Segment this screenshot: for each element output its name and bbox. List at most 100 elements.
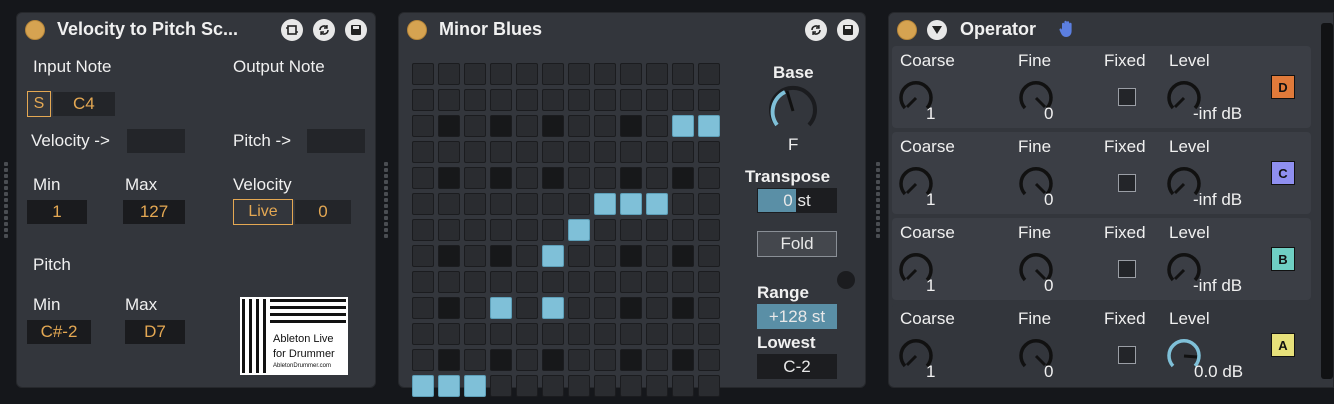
grid-cell[interactable] bbox=[438, 89, 460, 111]
grid-cell[interactable] bbox=[438, 141, 460, 163]
grid-cell[interactable] bbox=[412, 297, 434, 319]
grid-cell[interactable] bbox=[438, 63, 460, 85]
velocity-arrow-field[interactable] bbox=[127, 129, 185, 153]
grid-cell[interactable] bbox=[516, 219, 538, 241]
oscillator-letter[interactable]: C bbox=[1271, 161, 1295, 185]
grid-cell[interactable] bbox=[646, 245, 668, 267]
grid-cell[interactable] bbox=[672, 89, 694, 111]
grid-cell[interactable] bbox=[516, 297, 538, 319]
grid-cell[interactable] bbox=[672, 193, 694, 215]
grid-cell[interactable] bbox=[542, 167, 564, 189]
fixed-checkbox[interactable] bbox=[1118, 174, 1136, 192]
grid-cell[interactable] bbox=[412, 375, 434, 397]
grid-cell[interactable] bbox=[464, 193, 486, 215]
grid-cell[interactable] bbox=[542, 375, 564, 397]
grid-cell[interactable] bbox=[542, 193, 564, 215]
power-button[interactable] bbox=[407, 20, 427, 40]
grid-cell[interactable] bbox=[646, 63, 668, 85]
grid-cell[interactable] bbox=[464, 219, 486, 241]
grid-cell[interactable] bbox=[516, 271, 538, 293]
grid-cell[interactable] bbox=[672, 323, 694, 345]
grid-cell[interactable] bbox=[490, 349, 512, 371]
grid-cell[interactable] bbox=[438, 167, 460, 189]
grid-cell[interactable] bbox=[412, 167, 434, 189]
grid-cell[interactable] bbox=[542, 115, 564, 137]
grid-cell[interactable] bbox=[646, 115, 668, 137]
grid-cell[interactable] bbox=[620, 63, 642, 85]
oscillator-letter[interactable]: D bbox=[1271, 75, 1295, 99]
grid-cell[interactable] bbox=[464, 349, 486, 371]
grid-cell[interactable] bbox=[464, 375, 486, 397]
grid-cell[interactable] bbox=[490, 271, 512, 293]
grid-cell[interactable] bbox=[464, 63, 486, 85]
grid-cell[interactable] bbox=[672, 245, 694, 267]
grid-cell[interactable] bbox=[672, 115, 694, 137]
grid-cell[interactable] bbox=[464, 271, 486, 293]
grid-cell[interactable] bbox=[516, 115, 538, 137]
grid-cell[interactable] bbox=[516, 193, 538, 215]
grid-cell[interactable] bbox=[516, 141, 538, 163]
grid-cell[interactable] bbox=[646, 219, 668, 241]
grid-cell[interactable] bbox=[464, 297, 486, 319]
grid-cell[interactable] bbox=[490, 193, 512, 215]
grid-cell[interactable] bbox=[646, 375, 668, 397]
grid-cell[interactable] bbox=[438, 115, 460, 137]
grid-cell[interactable] bbox=[438, 245, 460, 267]
range-field[interactable]: +128 st bbox=[757, 304, 837, 329]
grid-cell[interactable] bbox=[620, 167, 642, 189]
grid-cell[interactable] bbox=[620, 245, 642, 267]
grid-cell[interactable] bbox=[594, 323, 616, 345]
grid-cell[interactable] bbox=[698, 219, 720, 241]
grid-cell[interactable] bbox=[464, 141, 486, 163]
grid-cell[interactable] bbox=[620, 115, 642, 137]
input-note-value[interactable]: C4 bbox=[53, 92, 115, 116]
lowest-field[interactable]: C-2 bbox=[757, 354, 837, 379]
grid-cell[interactable] bbox=[568, 167, 590, 189]
save-icon[interactable] bbox=[837, 19, 859, 41]
grid-cell[interactable] bbox=[568, 219, 590, 241]
grid-cell[interactable] bbox=[698, 323, 720, 345]
grid-cell[interactable] bbox=[594, 245, 616, 267]
grid-cell[interactable] bbox=[620, 89, 642, 111]
grid-cell[interactable] bbox=[646, 141, 668, 163]
grid-cell[interactable] bbox=[568, 115, 590, 137]
fixed-checkbox[interactable] bbox=[1118, 88, 1136, 106]
device-grip-2[interactable] bbox=[876, 162, 880, 240]
grid-cell[interactable] bbox=[490, 375, 512, 397]
oscillator-letter[interactable]: A bbox=[1271, 333, 1295, 357]
grid-cell[interactable] bbox=[542, 271, 564, 293]
grid-cell[interactable] bbox=[516, 63, 538, 85]
grid-cell[interactable] bbox=[620, 193, 642, 215]
grid-cell[interactable] bbox=[698, 167, 720, 189]
grid-cell[interactable] bbox=[568, 193, 590, 215]
oscillator-letter[interactable]: B bbox=[1271, 247, 1295, 271]
grid-cell[interactable] bbox=[672, 141, 694, 163]
live-button[interactable]: Live bbox=[233, 199, 293, 225]
grid-cell[interactable] bbox=[646, 89, 668, 111]
grid-cell[interactable] bbox=[412, 349, 434, 371]
grid-cell[interactable] bbox=[542, 323, 564, 345]
grid-cell[interactable] bbox=[438, 323, 460, 345]
grid-cell[interactable] bbox=[438, 193, 460, 215]
grid-cell[interactable] bbox=[490, 141, 512, 163]
device-grip-left[interactable] bbox=[4, 162, 8, 240]
grid-cell[interactable] bbox=[542, 245, 564, 267]
grid-cell[interactable] bbox=[464, 323, 486, 345]
grid-cell[interactable] bbox=[438, 271, 460, 293]
velocity-value[interactable]: 0 bbox=[295, 200, 351, 224]
grid-cell[interactable] bbox=[620, 141, 642, 163]
grid-cell[interactable] bbox=[646, 271, 668, 293]
grid-cell[interactable] bbox=[438, 349, 460, 371]
grid-cell[interactable] bbox=[672, 375, 694, 397]
grid-cell[interactable] bbox=[412, 271, 434, 293]
grid-cell[interactable] bbox=[412, 63, 434, 85]
grid-cell[interactable] bbox=[542, 219, 564, 241]
grid-cell[interactable] bbox=[490, 89, 512, 111]
grid-cell[interactable] bbox=[594, 141, 616, 163]
save-icon[interactable] bbox=[345, 19, 367, 41]
pitch-arrow-field[interactable] bbox=[307, 129, 365, 153]
grid-cell[interactable] bbox=[516, 349, 538, 371]
fold-button[interactable]: Fold bbox=[757, 231, 837, 257]
grid-cell[interactable] bbox=[698, 193, 720, 215]
grid-cell[interactable] bbox=[542, 297, 564, 319]
